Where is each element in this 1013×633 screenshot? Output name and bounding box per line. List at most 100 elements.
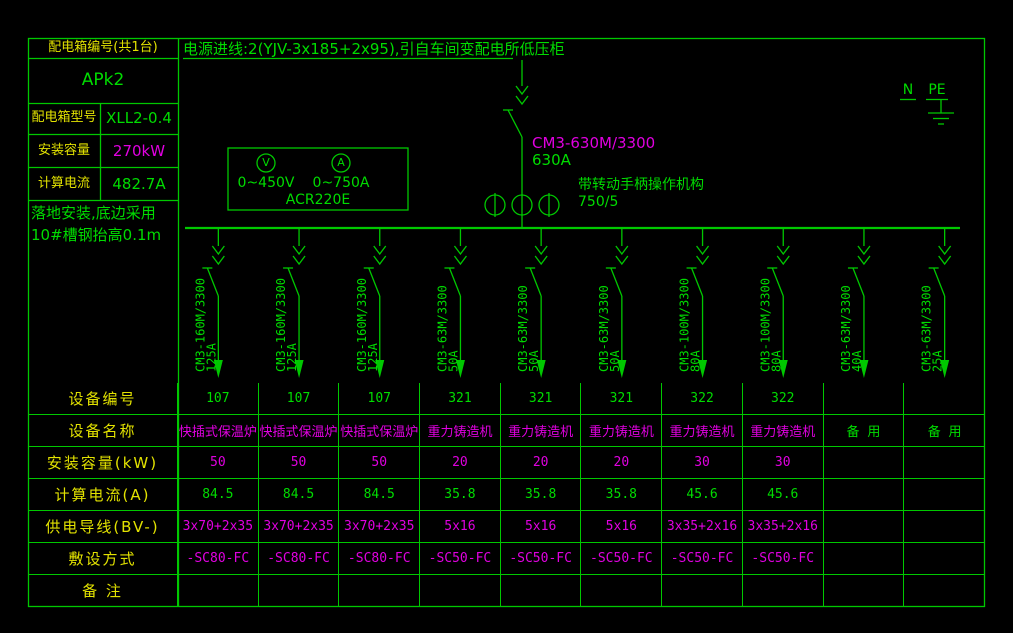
- table-cell: 107: [178, 383, 259, 415]
- table-cell: [823, 383, 905, 415]
- feeder-rating-label: 125A: [285, 342, 299, 372]
- feeder-rating-label: 50A: [527, 350, 541, 372]
- equipment-table: 设备编号 107 107 107 321 321 321 322 322 设备名称 快插式保温炉 快插…: [28, 383, 985, 607]
- table-row-label: 设备名称: [28, 415, 178, 447]
- table-cell: [662, 575, 743, 607]
- voltmeter-icon: V: [262, 156, 270, 169]
- table-cell: 重力铸造机: [742, 415, 824, 447]
- table-row-label: 计算电流(A): [28, 479, 178, 511]
- feeder-rating-label: 50A: [608, 350, 622, 372]
- table-cell: 30: [662, 447, 743, 479]
- table-cell: 45.6: [662, 479, 743, 511]
- table-cell: 20: [500, 447, 582, 479]
- table-cell: 3x70+2x35: [258, 511, 340, 543]
- table-row-label: 敷设方式: [28, 543, 178, 575]
- feeder-branch: CM3-160M/3300125A: [355, 228, 387, 378]
- feeder-branch: CM3-63M/330040A: [839, 228, 871, 378]
- table-cell: 3x70+2x35: [339, 511, 421, 543]
- table-cell: 50: [178, 447, 259, 479]
- table-cell: 3x35+2x16: [662, 511, 743, 543]
- table-cell: [823, 447, 905, 479]
- table-cell: 84.5: [258, 479, 340, 511]
- feeder-rating-label: 80A: [689, 350, 703, 372]
- table-cell: [178, 575, 259, 607]
- table-cell: -SC80-FC: [339, 543, 421, 575]
- table-cell: 30: [742, 447, 824, 479]
- incoming-breaker-rating: 630A: [532, 151, 571, 169]
- feeder-branch: CM3-160M/3300125A: [274, 228, 306, 378]
- panel-capacity-value: 270kW: [112, 142, 166, 160]
- neutral-label: N: [902, 82, 914, 98]
- table-cell: [420, 575, 501, 607]
- table-cell: [904, 447, 985, 479]
- electrical-distribution-drawing: CM3-160M/3300 125A CM3-160M/3300 125A CM3-16…: [0, 0, 1013, 633]
- table-cell: [823, 511, 905, 543]
- earth-symbol: [900, 98, 954, 125]
- panel-install-note-line1: 落地安装,底边采用: [31, 204, 156, 222]
- table-cell: [904, 479, 985, 511]
- table-cell: 321: [581, 383, 663, 415]
- table-row-label: 安装容量(kW): [28, 447, 178, 479]
- feeder-rating-label: 125A: [366, 342, 380, 372]
- table-cell: [823, 479, 905, 511]
- table-cell: 快插式保温炉: [339, 415, 421, 447]
- incoming-operator-note: 带转动手柄操作机构: [578, 177, 704, 193]
- panel-current-label: 计算电流: [37, 176, 90, 191]
- table-cell: 重力铸造机: [500, 415, 582, 447]
- table-cell: [904, 383, 985, 415]
- feeder-rating-label: 125A: [204, 342, 218, 372]
- feeder-rating-label: 40A: [850, 350, 864, 372]
- table-cell: 84.5: [178, 479, 259, 511]
- ammeter-icon: A: [337, 156, 345, 169]
- table-row-label: 设备编号: [28, 383, 178, 415]
- feeder-branch: CM3-63M/330050A: [597, 228, 629, 378]
- table-cell: 20: [581, 447, 663, 479]
- table-cell: -SC50-FC: [742, 543, 824, 575]
- table-cell: [904, 543, 985, 575]
- table-cell: -SC50-FC: [500, 543, 582, 575]
- incoming-breaker-symbol: [503, 60, 529, 228]
- incoming-ct-ratio: 750/5: [578, 194, 619, 210]
- feeder-branch: CM3-160M/3300125A: [193, 228, 225, 378]
- table-cell: -SC80-FC: [258, 543, 340, 575]
- panel-capacity-label: 安装容量: [37, 143, 90, 158]
- incoming-supply-title: 电源进线:2(YJV-3x185+2x95),引自车间变配电所低压柜: [183, 40, 565, 58]
- table-cell: [823, 575, 905, 607]
- table-cell: 重力铸造机: [581, 415, 663, 447]
- table-cell: -SC50-FC: [420, 543, 501, 575]
- table-cell: 322: [662, 383, 743, 415]
- table-cell: 45.6: [742, 479, 824, 511]
- feeder-rating-label: 25A: [931, 350, 945, 372]
- table-cell: 3x35+2x16: [742, 511, 824, 543]
- table-cell: 重力铸造机: [662, 415, 743, 447]
- table-cell: 快插式保温炉: [258, 415, 340, 447]
- table-cell: 321: [420, 383, 501, 415]
- feeder-branch: CM3-63M/330025A: [920, 228, 952, 378]
- table-cell: 20: [420, 447, 501, 479]
- table-cell: 备 用: [823, 415, 905, 447]
- feeder-branch: CM3-63M/330050A: [516, 228, 548, 378]
- voltmeter-range: 0~450V: [237, 175, 295, 191]
- table-cell: [339, 575, 421, 607]
- incoming-breaker-model: CM3-630M/3300: [532, 134, 656, 152]
- table-cell: [581, 575, 663, 607]
- table-cell: 快插式保温炉: [178, 415, 259, 447]
- table-cell: 5x16: [500, 511, 582, 543]
- table-cell: -SC80-FC: [178, 543, 259, 575]
- table-cell: [258, 575, 340, 607]
- table-cell: [500, 575, 582, 607]
- table-cell: [904, 575, 985, 607]
- ammeter-range: 0~750A: [312, 175, 370, 191]
- feeder-rating-label: 80A: [769, 350, 783, 372]
- panel-model-label: 配电箱型号: [31, 110, 97, 125]
- feeder-branch: CM3-100M/330080A: [758, 228, 790, 378]
- table-cell: 3x70+2x35: [178, 511, 259, 543]
- outgoing-feeders: CM3-160M/3300125A CM3-160M/3300125A CM3-16…: [193, 228, 952, 378]
- table-cell: 35.8: [581, 479, 663, 511]
- table-cell: -SC50-FC: [662, 543, 743, 575]
- table-cell: 107: [258, 383, 340, 415]
- table-cell: 50: [258, 447, 340, 479]
- table-cell: 备 用: [904, 415, 985, 447]
- panel-model-value: XLL2-0.4: [106, 109, 172, 127]
- table-row-label: 供电导线(BV-): [28, 511, 178, 543]
